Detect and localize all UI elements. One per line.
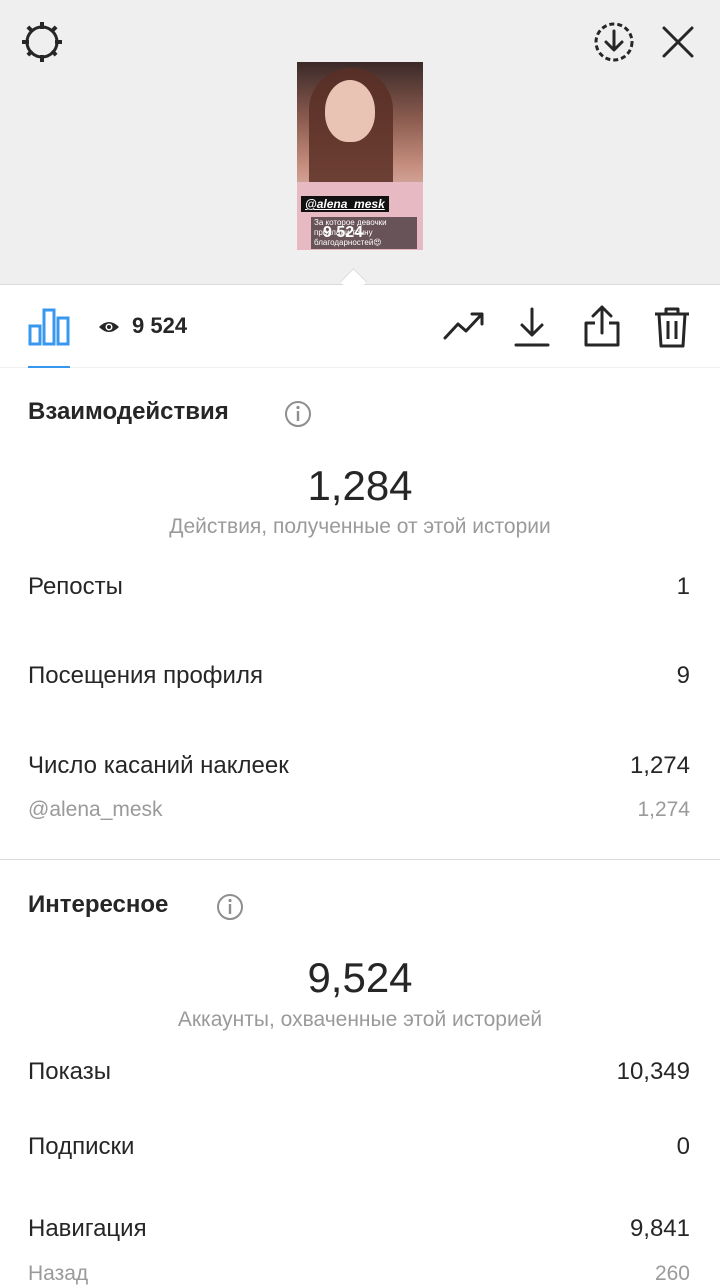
sub-row-value-back: 260 <box>654 1262 690 1285</box>
info-icon[interactable] <box>216 893 244 926</box>
views-count: 9 524 <box>132 313 188 338</box>
interactions-title: Взаимодействия <box>28 398 229 425</box>
discovery-caption: Аккаунты, охваченные этой историей <box>177 1008 543 1031</box>
bar-chart-icon[interactable] <box>28 306 70 351</box>
row-value-profile-visits: 9 <box>676 662 690 689</box>
trash-icon[interactable] <box>652 305 692 354</box>
row-label-sticker-taps: Число касаний наклеек <box>28 752 289 779</box>
row-label-profile-visits: Посещения профиля <box>28 662 263 689</box>
insights-toolbar: 9 524 <box>0 285 720 368</box>
row-label-reposts: Репосты <box>28 573 123 600</box>
discovery-total: 9,524 <box>307 954 413 1001</box>
row-value-impressions: 10,349 <box>616 1058 690 1085</box>
section-divider <box>0 859 720 860</box>
settings-icon[interactable] <box>20 20 64 64</box>
download-icon[interactable] <box>512 305 552 354</box>
share-icon[interactable] <box>580 303 624 354</box>
row-value-reposts: 1 <box>676 573 690 600</box>
discovery-title: Интересное <box>28 891 169 918</box>
sub-row-label-back: Назад <box>28 1262 89 1285</box>
row-value-sticker-taps: 1,274 <box>629 752 690 779</box>
save-circle-icon[interactable] <box>592 20 636 64</box>
story-thumbnail[interactable]: @alena_mesk За которое девочки прислали … <box>297 62 423 250</box>
info-icon[interactable] <box>284 400 312 433</box>
interactions-total: 1,284 <box>307 462 413 509</box>
interactions-caption: Действия, полученные от этой истории <box>169 515 551 538</box>
active-tab-indicator <box>28 366 70 368</box>
row-label-navigation: Навигация <box>28 1215 147 1242</box>
close-icon[interactable] <box>658 22 698 62</box>
story-preview-area: @alena_mesk За которое девочки прислали … <box>0 0 720 285</box>
row-label-follows: Подписки <box>28 1133 135 1160</box>
sub-row-label-mention: @alena_mesk <box>28 798 163 821</box>
story-mention-sticker: @alena_mesk <box>301 196 389 212</box>
sub-row-value-mention: 1,274 <box>637 798 690 821</box>
row-label-impressions: Показы <box>28 1058 111 1085</box>
row-value-follows: 0 <box>676 1133 690 1160</box>
eye-icon <box>98 319 120 340</box>
trend-icon[interactable] <box>442 309 486 348</box>
row-value-navigation: 9,841 <box>629 1215 690 1242</box>
story-views-overlay: 9 524 <box>323 224 364 241</box>
